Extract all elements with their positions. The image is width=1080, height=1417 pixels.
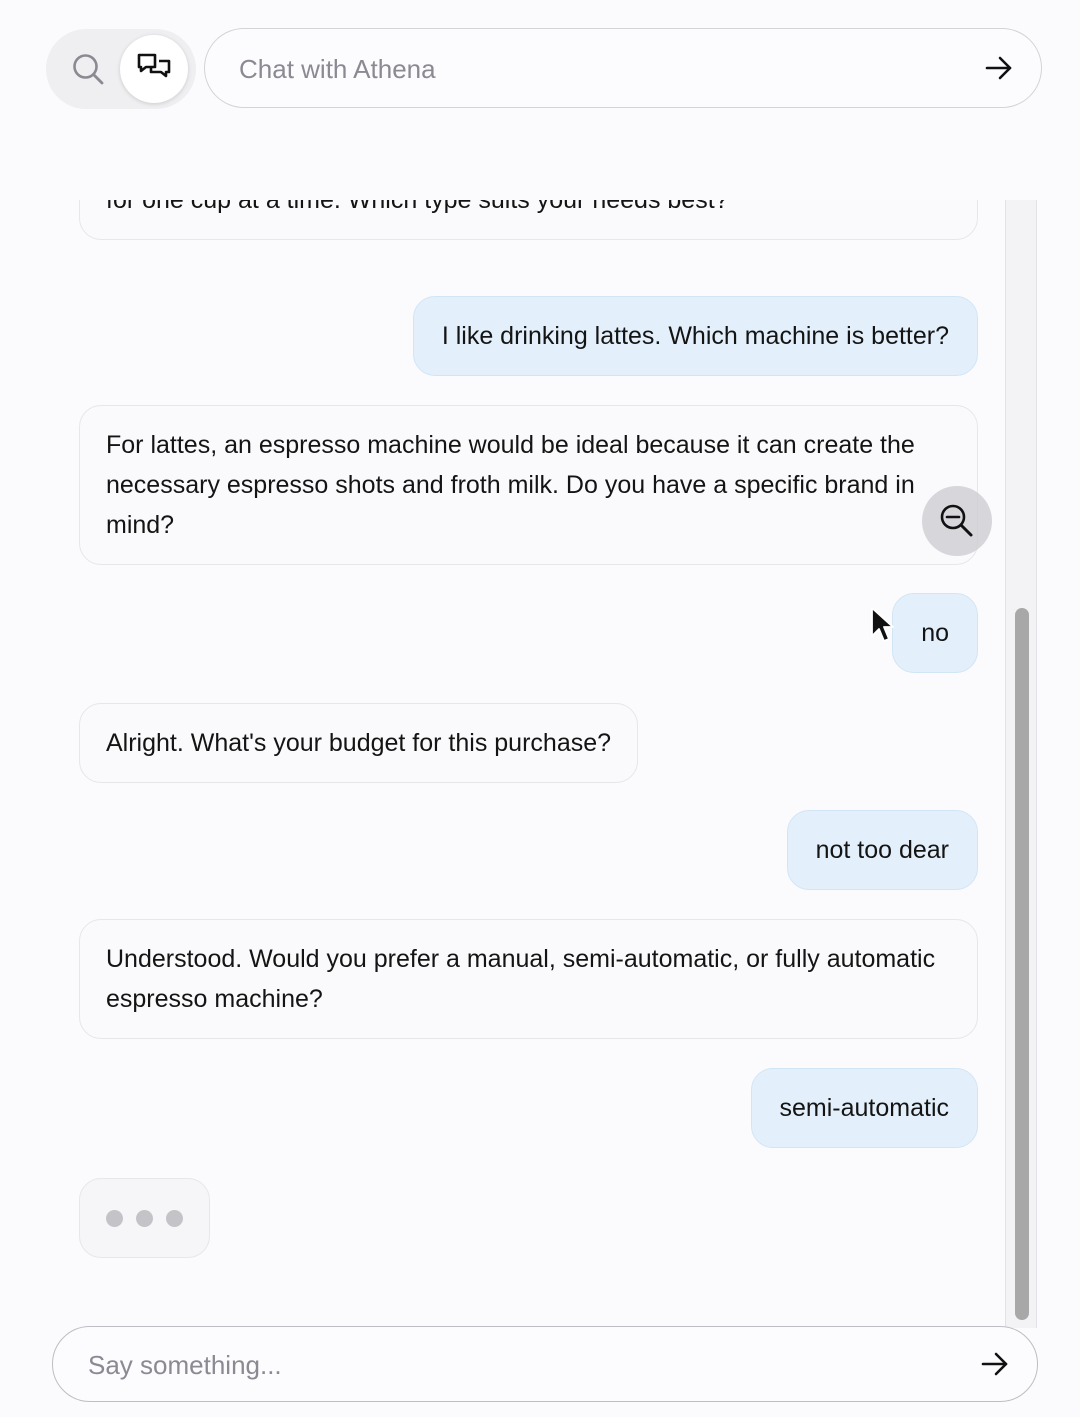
assistant-message: for one cup at a time. Which type suits … [79, 200, 978, 240]
message-input[interactable] [86, 1327, 950, 1403]
top-chat-box [204, 28, 1042, 109]
assistant-message: For lattes, an espresso machine would be… [79, 405, 978, 565]
zoom-out-icon [940, 504, 973, 537]
typing-dot [166, 1209, 183, 1227]
search-icon [73, 54, 104, 85]
user-message: semi-automatic [750, 1068, 978, 1148]
user-message: no [892, 593, 978, 673]
typing-indicator [79, 1178, 210, 1258]
user-message: not too dear [786, 810, 978, 890]
typing-dot [136, 1209, 153, 1227]
composer [52, 1326, 1038, 1403]
zoom-out-button[interactable] [922, 486, 992, 556]
arrow-right-icon [985, 56, 1012, 80]
mouse-pointer-icon [871, 607, 894, 642]
arrow-right-icon [981, 1352, 1008, 1376]
mode-switch [46, 29, 196, 109]
scrollbar-thumb[interactable] [1015, 608, 1029, 1320]
assistant-message: Understood. Would you prefer a manual, s… [79, 919, 978, 1039]
chat-bubbles-icon [137, 53, 171, 78]
search-mode-button[interactable] [54, 35, 122, 103]
chat-mode-button[interactable] [120, 35, 188, 103]
message-list[interactable]: for one cup at a time. Which type suits … [0, 200, 1005, 1318]
top-chat-input[interactable] [237, 29, 941, 109]
send-button[interactable] [975, 1344, 1015, 1384]
assistant-message: Alright. What's your budget for this pur… [79, 703, 639, 783]
user-message: I like drinking lattes. Which machine is… [412, 296, 978, 376]
typing-dot [106, 1209, 123, 1227]
top-submit-button[interactable] [979, 48, 1019, 88]
scrollbar[interactable] [1005, 200, 1037, 1328]
